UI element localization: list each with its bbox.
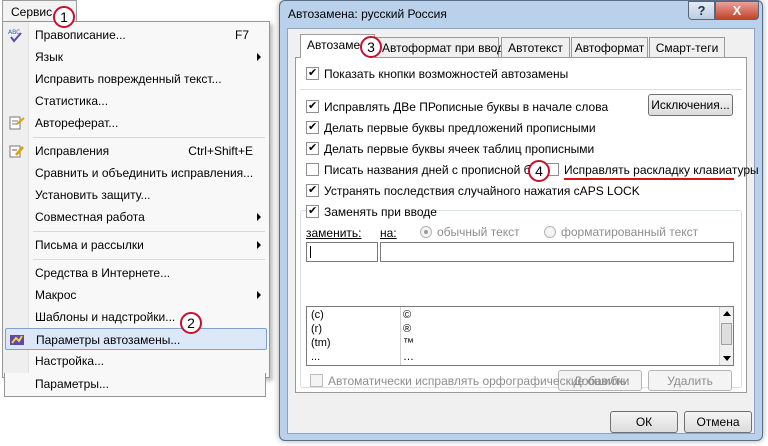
capitalize-table-cells-checkbox[interactable]: Делать первые буквы ячеек таблиц прописн… — [306, 141, 606, 157]
menu-item-repair-text[interactable]: Исправить поврежденный текст... — [5, 68, 267, 90]
replace-input[interactable] — [306, 242, 378, 262]
menu-item-protect[interactable]: Установить защиту... — [5, 184, 267, 206]
menu-item-autocorrect-options[interactable]: Параметры автозамены... — [5, 328, 267, 350]
red-underline — [564, 178, 734, 180]
ok-button[interactable]: ОК — [610, 411, 678, 433]
autocorrect-dialog: Автозамена: русский Россия ? X Автозамен… — [279, 0, 763, 441]
callout-4: 4 — [528, 160, 550, 182]
tab-autoformat[interactable]: Автоформат — [571, 37, 648, 57]
tab-autoformat-as-you-type[interactable]: Автоформат при вводе — [375, 37, 511, 57]
table-row[interactable]: (tm) ™ — [307, 337, 723, 351]
formatted-text-radio[interactable]: форматированный текст — [544, 225, 704, 239]
plain-text-radio[interactable]: обычный текст — [420, 225, 530, 239]
service-menu-label: Сервис — [11, 5, 53, 19]
checkbox-box — [306, 141, 319, 155]
caps-lock-checkbox[interactable]: Устранять последствия случайного нажатия… — [306, 183, 640, 199]
radio-dot — [420, 226, 432, 238]
replacement-list[interactable]: (c) © (r) ® (tm) ™ ... … — [306, 306, 734, 366]
fix-keyboard-layout-checkbox[interactable]: Исправлять раскладку клавиатуры — [546, 162, 759, 178]
menu-separator — [33, 231, 265, 232]
list-scrollbar[interactable] — [719, 307, 733, 365]
checkbox-box — [306, 183, 319, 197]
close-icon: X — [732, 3, 742, 18]
menu-item-macro[interactable]: Макрос — [5, 284, 267, 306]
menu-item-track-changes[interactable]: Исправления Ctrl+Shift+E — [5, 140, 267, 162]
checkbox-box — [306, 163, 319, 176]
exceptions-button[interactable]: Исключения... — [648, 94, 733, 116]
section-divider — [300, 89, 742, 90]
tab-autotext[interactable]: Автотекст — [501, 37, 570, 57]
text-cursor — [310, 246, 311, 258]
callout-1: 1 — [53, 6, 75, 28]
dialog-client-area: Автозамена Автоформат при вводе Автотекс… — [287, 28, 759, 434]
with-input[interactable] — [380, 242, 734, 262]
callout-2: 2 — [180, 312, 202, 334]
help-button[interactable]: ? — [688, 1, 715, 20]
menu-item-spelling[interactable]: ABC Правописание... F7 — [5, 24, 267, 46]
autocorrect-tab-panel: Показать кнопки возможностей автозамены … — [295, 57, 759, 393]
service-menu: ABC Правописание... F7 Язык Исправить по… — [2, 21, 270, 378]
menu-item-statistics[interactable]: Статистика... — [5, 90, 267, 112]
checkbox-box — [306, 99, 319, 113]
menu-item-collaboration[interactable]: Совместная работа — [5, 206, 267, 228]
checkbox-box — [306, 120, 319, 134]
close-button[interactable]: X — [715, 1, 759, 20]
capitalize-sentences-checkbox[interactable]: Делать первые буквы предложений прописны… — [306, 120, 606, 136]
cancel-button[interactable]: Отмена — [684, 411, 752, 433]
replace-label: заменить: — [306, 226, 362, 240]
menu-item-internet-tools[interactable]: Средства в Интернете... — [5, 262, 267, 284]
radio-dot — [544, 226, 556, 238]
dialog-title: Автозамена: русский Россия — [288, 7, 447, 21]
spelling-icon: ABC — [8, 27, 26, 43]
table-row[interactable]: (c) © — [307, 309, 723, 323]
capitalize-days-checkbox[interactable]: Писать названия дней с прописной буквы — [306, 162, 556, 178]
autocorrect-icon — [9, 332, 27, 348]
submenu-arrow-icon — [257, 241, 261, 249]
with-label: на: — [380, 226, 397, 240]
tab-smart-tags[interactable]: Смарт-теги — [649, 37, 725, 57]
track-changes-icon — [8, 143, 26, 159]
callout-3: 3 — [360, 36, 382, 58]
two-initial-capitals-checkbox[interactable]: Исправлять ДВе ПРописные буквы в начале … — [306, 99, 608, 115]
menu-separator — [33, 259, 265, 260]
replace-as-you-type-checkbox[interactable]: Заменять при вводе — [306, 204, 437, 220]
menu-separator — [33, 137, 265, 138]
menu-item-mailings[interactable]: Письма и рассылки — [5, 234, 267, 256]
table-row[interactable]: (r) ® — [307, 323, 723, 337]
checkbox-box — [310, 374, 323, 387]
column-divider — [400, 307, 401, 365]
scroll-down-icon[interactable] — [723, 356, 731, 361]
menu-item-language[interactable]: Язык — [5, 46, 267, 68]
menu-item-customize[interactable]: Настройка... — [5, 350, 267, 372]
submenu-arrow-icon — [257, 213, 261, 221]
checkbox-box — [306, 66, 319, 80]
auto-spell-checkbox[interactable]: Автоматически исправлять орфографические… — [310, 373, 630, 389]
scroll-thumb[interactable] — [721, 323, 732, 345]
scroll-up-icon[interactable] — [723, 311, 731, 316]
show-buttons-checkbox[interactable]: Показать кнопки возможностей автозамены — [306, 66, 606, 82]
delete-button[interactable]: Удалить — [648, 370, 732, 391]
table-row[interactable]: ... … — [307, 351, 723, 365]
help-icon: ? — [697, 3, 706, 18]
submenu-arrow-icon — [257, 53, 261, 61]
menu-item-templates[interactable]: Шаблоны и надстройки... — [5, 306, 267, 328]
menu-item-options[interactable]: Параметры... — [4, 373, 266, 397]
menu-item-compare-merge[interactable]: Сравнить и объединить исправления... — [5, 162, 267, 184]
checkbox-box — [306, 204, 319, 218]
submenu-arrow-icon — [257, 291, 261, 299]
menu-item-autosummarize[interactable]: Автореферат... — [5, 112, 267, 134]
autosummarize-icon — [8, 115, 26, 131]
